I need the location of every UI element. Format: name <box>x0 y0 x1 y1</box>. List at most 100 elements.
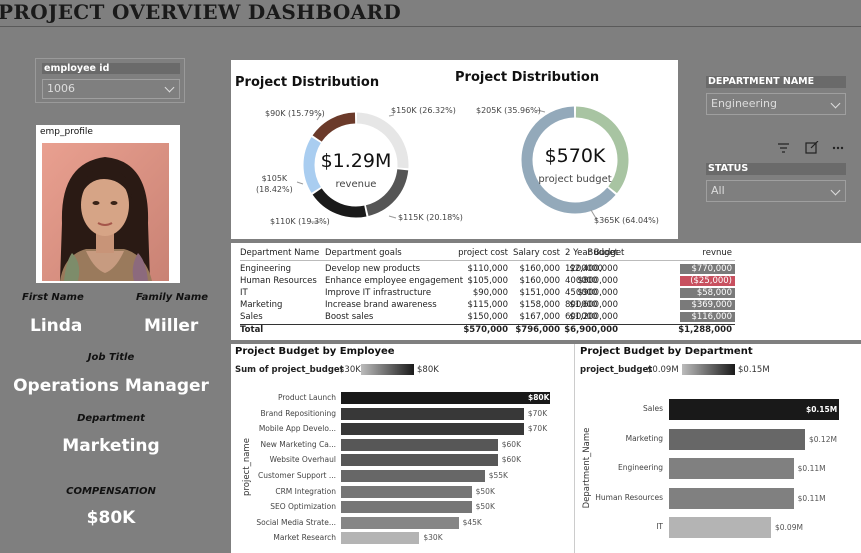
dept-bar-label: Human Resources <box>595 492 663 502</box>
table-row: Sales Boost sales $150,000 $167,000 600000 $1… <box>240 312 740 323</box>
job-title-value: Operations Manager <box>13 376 209 396</box>
emp-bar-label: Website Overhaul <box>269 455 336 465</box>
emp-bar[interactable] <box>341 501 472 514</box>
employee-id-slicer: employee id 1006 <box>35 58 185 103</box>
donut2-label-b: $365K (64.04%) <box>594 216 659 225</box>
emp-bar[interactable] <box>341 516 459 529</box>
dept-legend-min: $0.09M <box>647 365 679 375</box>
dept-bar-value: $0.12M <box>809 434 837 444</box>
table-cell: $150,000 <box>467 312 508 322</box>
emp-bar[interactable] <box>341 470 485 482</box>
emp-axis-label: project_name <box>242 438 252 496</box>
table-cell: Department Name <box>240 248 320 258</box>
table-cell: project cost <box>458 248 508 258</box>
donut2-label-a: $205K (35.96%) <box>476 106 541 115</box>
emp-bar-label: Market Research <box>273 533 336 543</box>
emp-legend-min: $30K <box>339 365 361 375</box>
page-title: PROJECT OVERVIEW DASHBOARD <box>0 0 402 24</box>
dept-bar[interactable] <box>669 517 771 538</box>
department-filter-label: DEPARTMENT NAME <box>706 76 846 88</box>
dept-bar[interactable] <box>669 487 794 509</box>
profile-card: emp_profile <box>36 125 180 283</box>
dept-bar-value: $0.11M <box>797 464 826 473</box>
emp-bar[interactable] <box>341 438 498 451</box>
emp-bar-value: $80K <box>528 393 550 402</box>
donut-slice-4[interactable] <box>312 112 356 142</box>
emp-bar-label: Brand Repositioning <box>260 408 336 418</box>
table-cell: $2,400,000 <box>569 264 618 274</box>
dept-chart-title: Project Budget by Department <box>580 346 753 357</box>
emp-bar-label: New Marketing Ca... <box>260 439 337 449</box>
table-cell: $167,000 <box>519 312 560 322</box>
table-cell: Enhance employee engagement <box>325 276 464 286</box>
donut2-center-label: project budget <box>538 174 612 185</box>
emp-bar[interactable] <box>341 454 498 467</box>
table-cell: Budget <box>587 248 618 258</box>
emp-bar-value: $50K <box>475 486 495 496</box>
emp-legend-gradient <box>361 364 414 375</box>
chevron-down-icon <box>830 98 841 109</box>
status-filter-dropdown[interactable]: All <box>706 180 846 202</box>
table-cell: $1,288,000 <box>678 325 732 335</box>
table-cell: $58,000 <box>680 288 735 298</box>
table-cell: Increase brand awareness <box>325 300 437 310</box>
dept-bar[interactable] <box>669 428 805 450</box>
table-cell: $1,200,000 <box>569 312 618 322</box>
table-cell: Total <box>240 325 264 335</box>
table-cell: $160,000 <box>519 276 560 286</box>
visual-header-icons <box>778 141 844 154</box>
employee-id-dropdown[interactable]: 1006 <box>42 79 180 99</box>
department-filter-value: Engineering <box>711 97 777 110</box>
profile-photo <box>42 143 169 281</box>
emp-bar-label: Social Media Strate... <box>256 517 336 527</box>
first-name-label: First Name <box>22 292 84 303</box>
dept-bar-label: Marketing <box>625 433 663 443</box>
status-filter-value: All <box>711 184 725 197</box>
more-options-icon[interactable] <box>832 146 844 150</box>
emp-bar-label: Product Launch <box>277 393 336 402</box>
donut-slice-2[interactable] <box>312 188 367 218</box>
emp-legend-label: Sum of project_budget <box>235 365 344 375</box>
donut1-label-engineering: $110K (19.3%) <box>270 217 330 226</box>
table-cell: revnue <box>702 248 732 258</box>
emp-bar-value: $50K <box>475 502 495 512</box>
dept-bar-label: Sales <box>643 404 663 413</box>
filter-icon[interactable] <box>778 143 789 153</box>
table-cell: IT <box>240 288 248 298</box>
job-title-label: Job Title <box>87 352 135 363</box>
emp-bar-value: $70K <box>527 408 548 418</box>
dept-bar[interactable] <box>669 458 794 479</box>
dept-legend-max: $0.15M <box>738 365 770 375</box>
first-name-value: Linda <box>30 316 83 336</box>
emp-bar[interactable] <box>341 392 550 404</box>
dept-bar-value: $0.15M <box>806 405 838 414</box>
table-total-rule <box>240 324 735 325</box>
table-cell: $770,000 <box>680 264 735 274</box>
dept-legend-gradient <box>682 364 735 375</box>
donut1-center-value: $1.29M <box>320 150 392 172</box>
dept-legend-label: project_budget <box>580 365 653 375</box>
emp-legend-max: $80K <box>417 365 439 375</box>
department-filter-dropdown[interactable]: Engineering <box>706 93 846 115</box>
table-cell: Sales <box>240 312 263 322</box>
table-cell: $369,000 <box>680 300 735 310</box>
emp-bar[interactable] <box>341 423 524 436</box>
title-divider <box>0 26 861 27</box>
table-cell: $90,000 <box>472 288 508 298</box>
emp-bar[interactable] <box>341 485 472 498</box>
donut-slice-1[interactable] <box>365 169 409 216</box>
table-cell: $570,000 <box>463 325 508 335</box>
dept-bar-label: Engineering <box>618 463 663 472</box>
dept-axis-label: Department_Name <box>582 427 592 509</box>
focus-mode-icon[interactable] <box>805 141 819 154</box>
emp-bar-value: $30K <box>423 533 443 543</box>
table-total: Total $570,000 $796,000 $6,900,000 $1,288,00… <box>240 325 740 336</box>
table-cell: Develop new products <box>325 264 421 274</box>
emp-bar-value: $60K <box>501 455 521 465</box>
donut1-label-it: $90K (15.79%) <box>265 109 325 118</box>
chevron-down-icon <box>164 82 175 93</box>
table-row: Human Resources Enhance employee engageme… <box>240 276 740 287</box>
emp-bar[interactable] <box>341 532 420 545</box>
emp-bar[interactable] <box>341 407 524 420</box>
table-cell: $105,000 <box>467 276 508 286</box>
